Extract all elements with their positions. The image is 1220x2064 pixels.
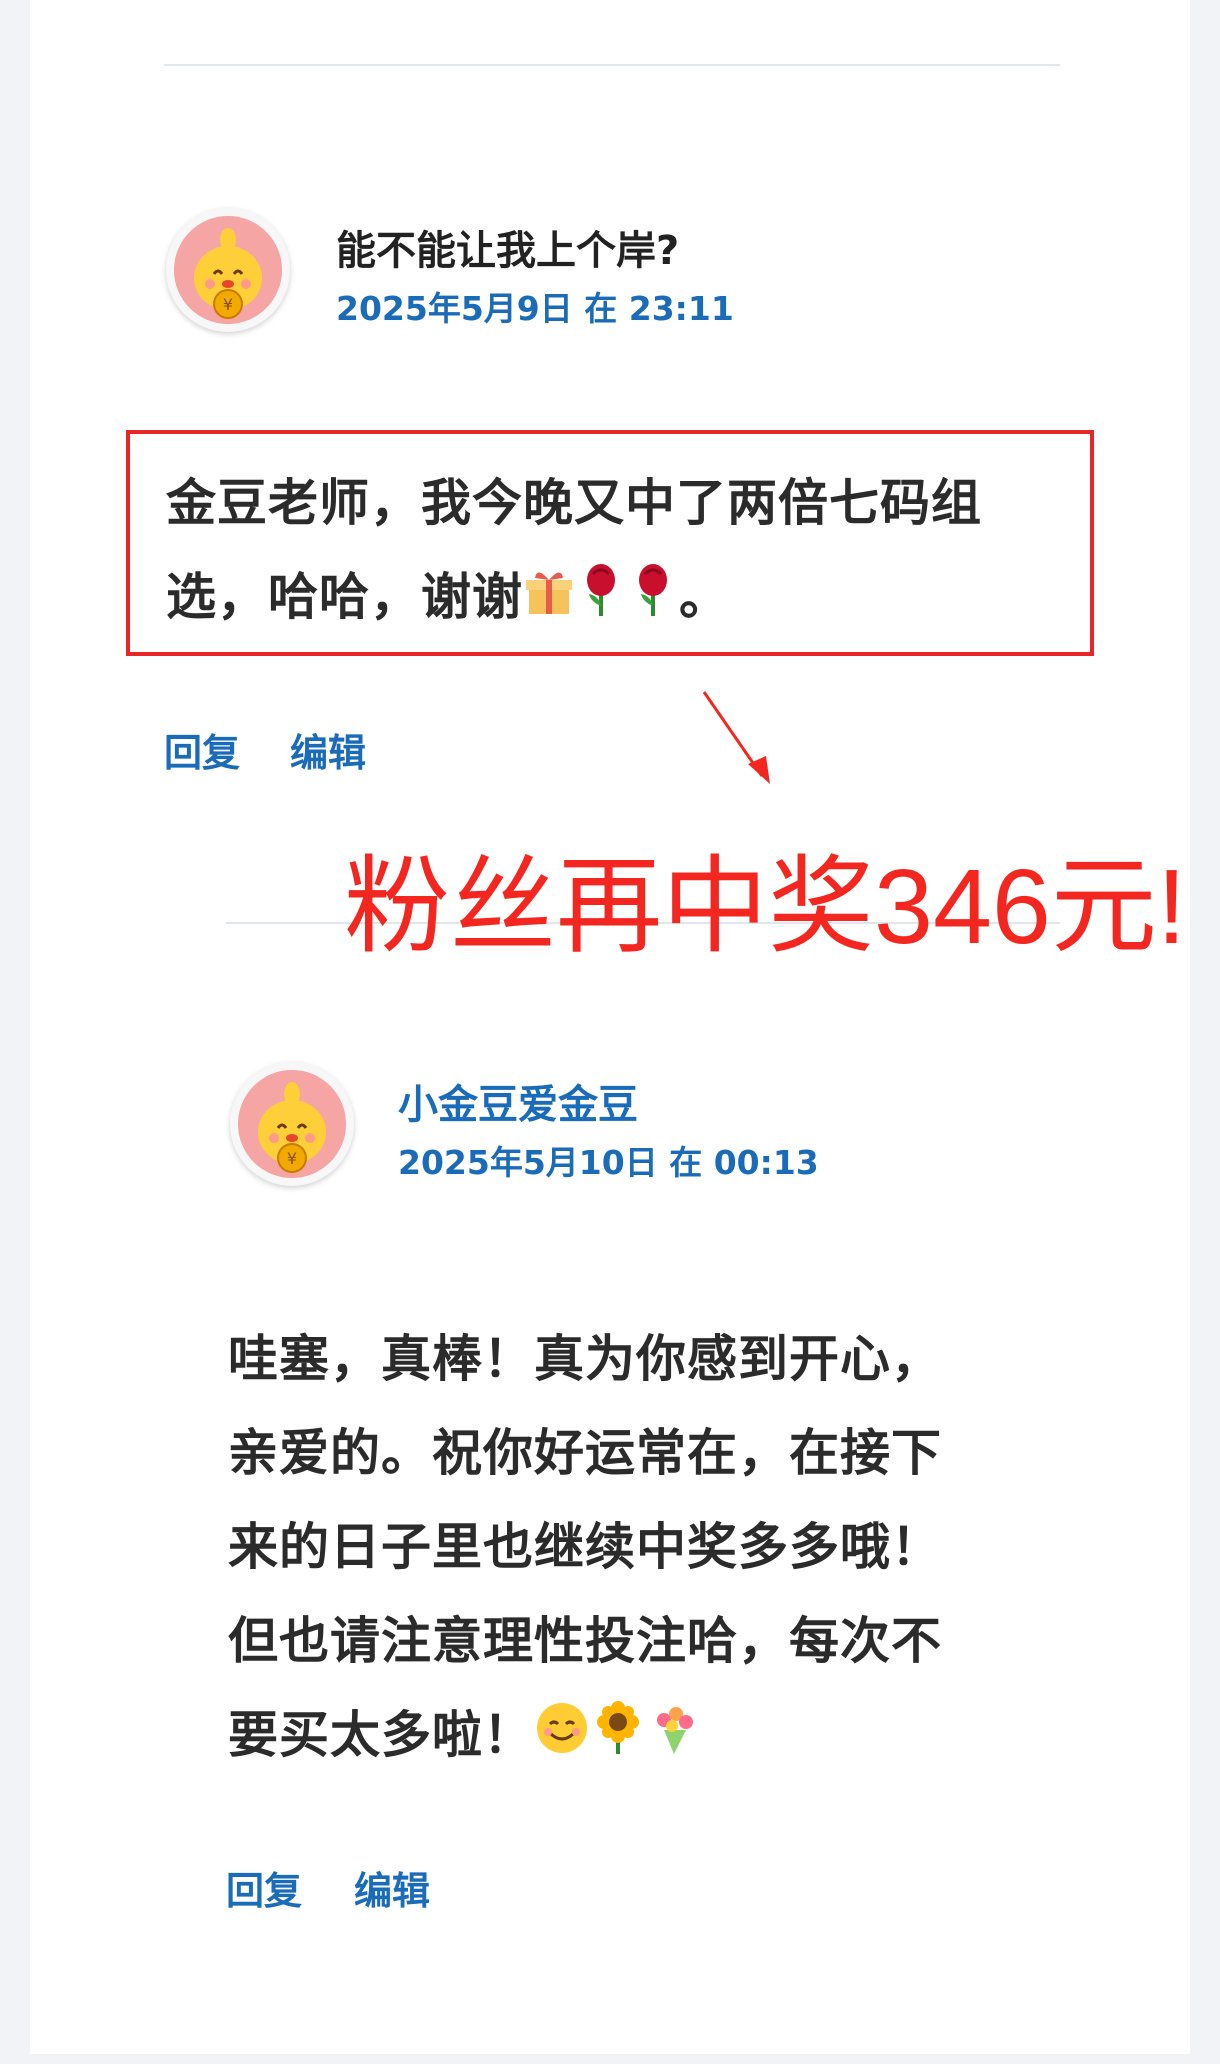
svg-text:¥: ¥ [223, 295, 233, 314]
prize-annotation: 粉丝再中奖346元! [344, 848, 1187, 966]
chick-mascot-icon: ¥ [238, 1070, 346, 1178]
bouquet-icon [646, 1692, 702, 1786]
arrow-icon [702, 691, 770, 784]
highlight-box [126, 430, 1094, 656]
svg-text:¥: ¥ [287, 1149, 297, 1168]
comment-line-with-emoji: 要买太多啦！ [228, 1688, 1068, 1786]
comment-line-text: 要买太多啦！ [228, 1706, 534, 1764]
comment-body: 哇塞，真棒！真为你感到开心， 亲爱的。祝你好运常在，在接下 来的日子里也继续中奖… [228, 1312, 1068, 1786]
comment-author: 能不能让我上个岸? [336, 228, 680, 274]
top-divider [164, 64, 1060, 66]
edit-button[interactable]: 编辑 [354, 1860, 430, 1915]
comment-line: 但也请注意理性投注哈，每次不 [228, 1612, 942, 1670]
comment-date-link[interactable]: 2025年5月9日 在 23:11 [336, 282, 734, 330]
comment-line: 哇塞，真棒！真为你感到开心， [228, 1330, 942, 1388]
avatar[interactable]: ¥ [166, 208, 290, 332]
comment-line: 来的日子里也继续中奖多多哦！ [228, 1518, 942, 1576]
comment-author-link[interactable]: 小金豆爱金豆 [398, 1072, 638, 1130]
comments-card: ¥ 能不能让我上个岸? 2025年5月9日 在 23:11 金豆老师，我今晚又中… [30, 0, 1190, 2054]
chick-mascot-icon: ¥ [174, 216, 282, 324]
sunflower-icon [590, 1692, 646, 1786]
smiling-face-icon [534, 1692, 590, 1786]
edit-button[interactable]: 编辑 [290, 722, 366, 777]
avatar[interactable]: ¥ [230, 1062, 354, 1186]
reply-button[interactable]: 回复 [226, 1860, 302, 1915]
reply-button[interactable]: 回复 [164, 722, 240, 777]
comment-line: 亲爱的。祝你好运常在，在接下 [228, 1424, 942, 1482]
comment-date-link[interactable]: 2025年5月10日 在 00:13 [398, 1136, 819, 1184]
